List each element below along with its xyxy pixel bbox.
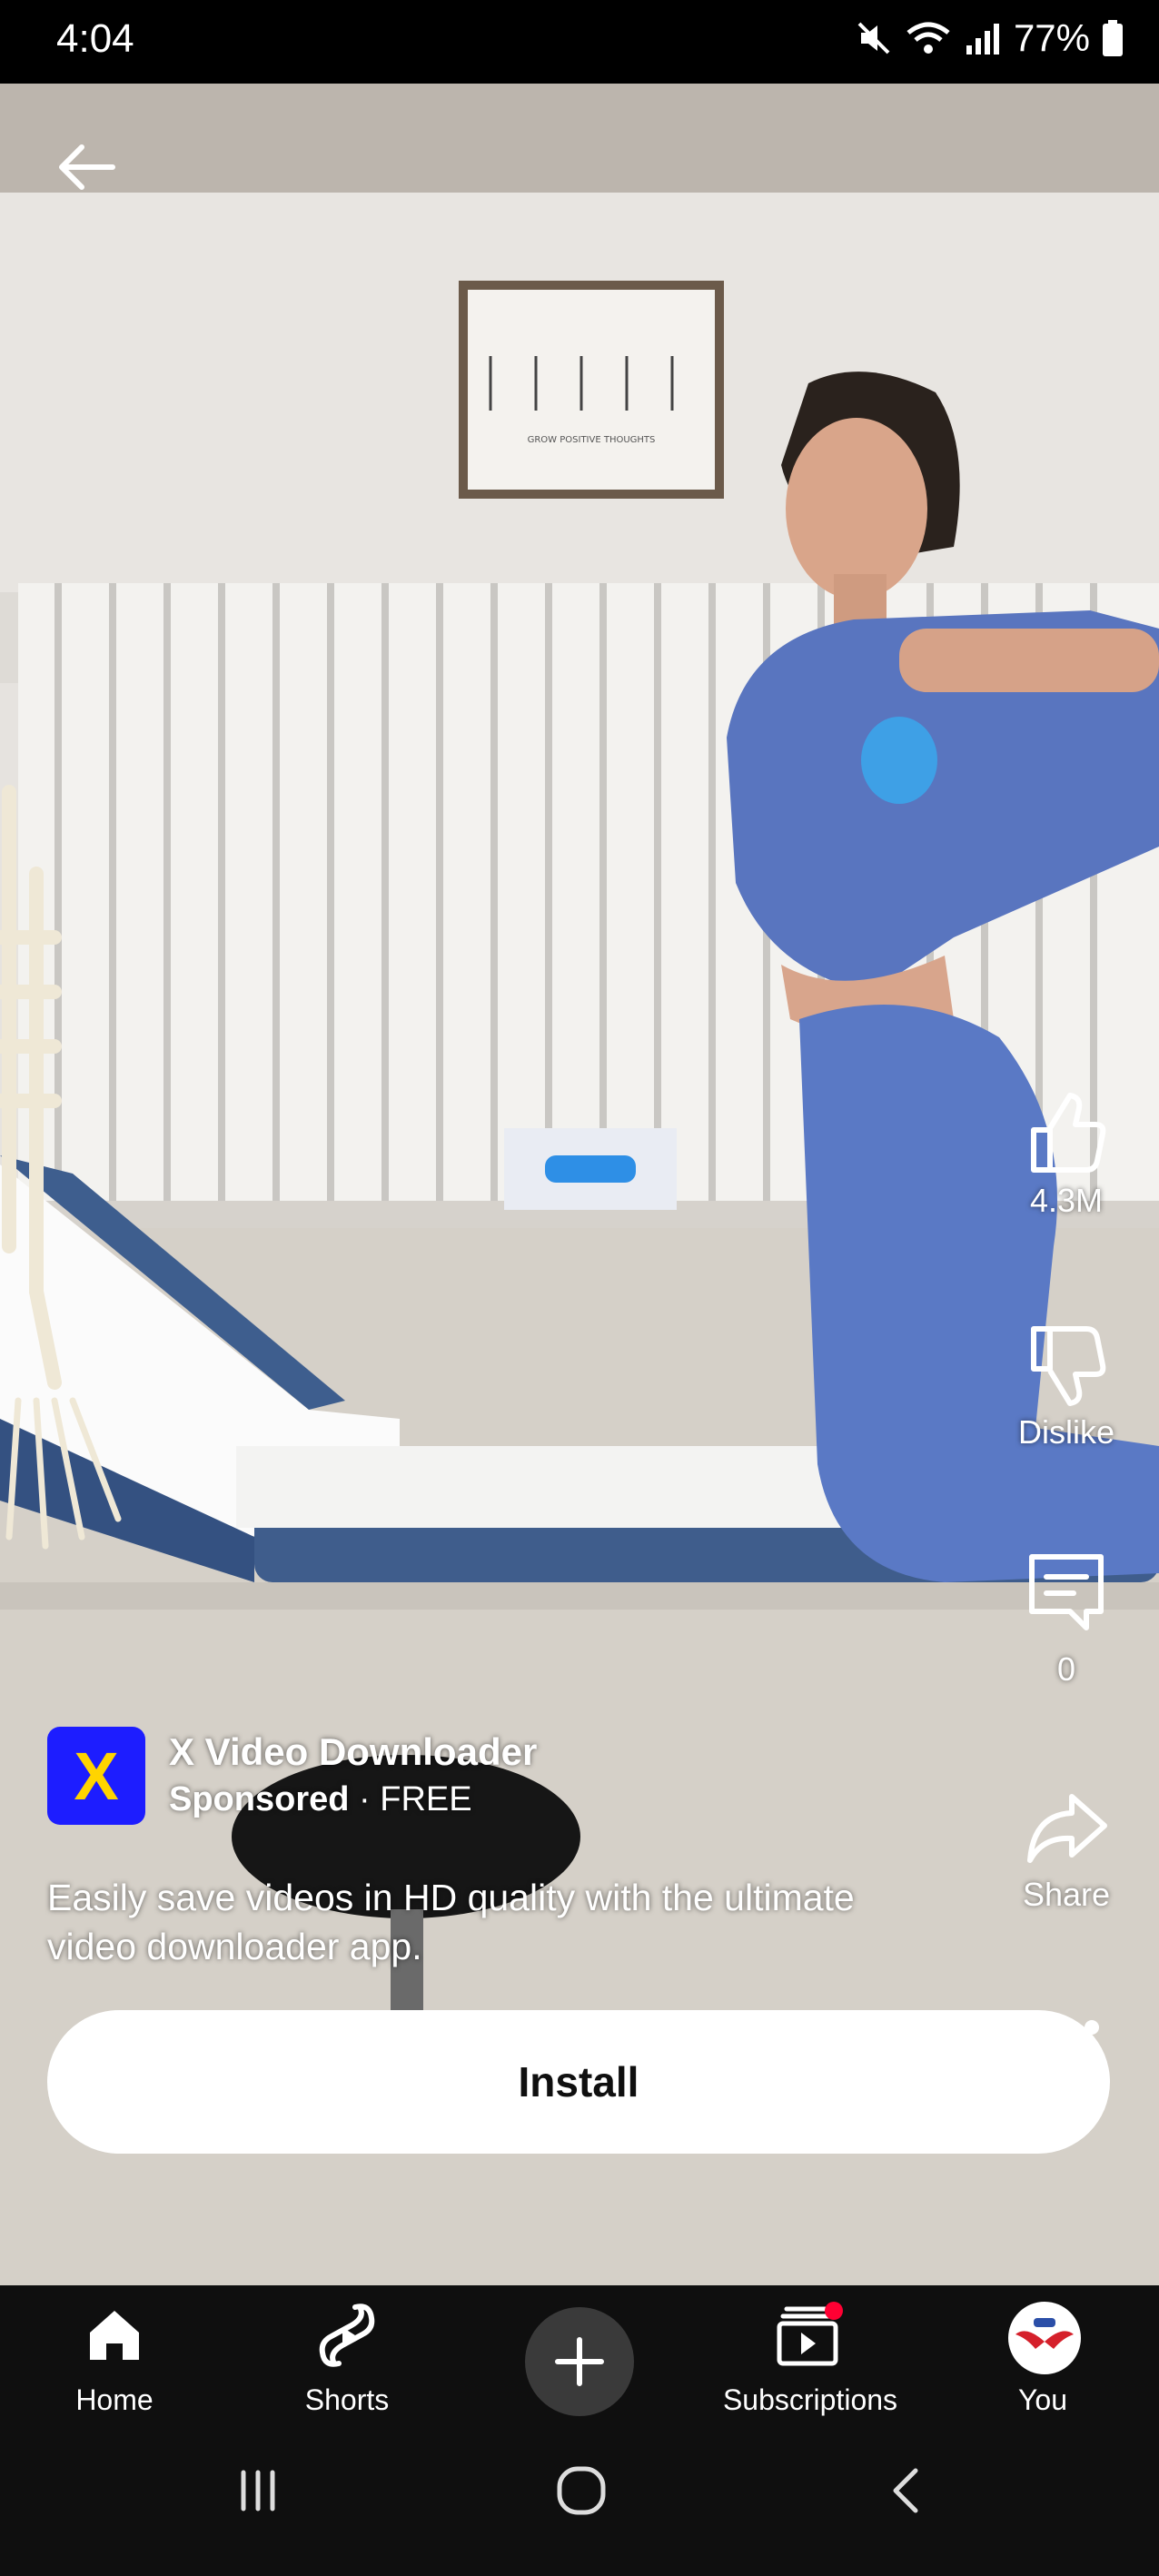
back-nav-icon[interactable]	[879, 2463, 934, 2518]
ad-meta: Sponsored · FREE	[169, 1780, 472, 1819]
dislike-label: Dislike	[1017, 1413, 1114, 1451]
bottom-nav: Home Shorts Subscriptions You	[0, 2285, 1159, 2422]
status-time: 4:04	[56, 16, 134, 61]
avatar	[1008, 2302, 1081, 2374]
comment-button[interactable]: 0	[994, 1548, 1139, 1689]
wifi-icon	[906, 22, 950, 54]
subscriptions-icon	[777, 2302, 843, 2366]
like-button[interactable]: 4.3M	[994, 1090, 1139, 1220]
ad-price: · FREE	[359, 1780, 472, 1818]
comment-count: 0	[1056, 1650, 1076, 1688]
signal-icon	[966, 24, 999, 54]
comment-icon	[1029, 1554, 1104, 1630]
ad-app-logo[interactable]: X	[47, 1727, 145, 1825]
like-count: 4.3M	[1029, 1182, 1104, 1219]
status-bar: 4:04 77%	[0, 0, 1159, 84]
nav-you[interactable]: You	[943, 2285, 1143, 2422]
ad-title[interactable]: X Video Downloader	[169, 1730, 537, 1774]
avatar-wings-icon	[1015, 2318, 1074, 2349]
nav-home-label: Home	[75, 2383, 154, 2416]
share-icon	[1027, 1794, 1107, 1863]
home-circle-icon[interactable]	[552, 2462, 610, 2520]
ad-description: Easily save videos in HD quality with th…	[47, 1877, 855, 1967]
shorts-icon	[319, 2304, 375, 2367]
battery-icon	[1103, 20, 1123, 56]
thumbs-up-icon	[1031, 1093, 1106, 1173]
create-button[interactable]	[525, 2307, 634, 2416]
share-button[interactable]: Share	[994, 1784, 1139, 1914]
nav-shorts[interactable]: Shorts	[247, 2285, 447, 2422]
battery-level: 77%	[1013, 16, 1090, 59]
plus-icon	[555, 2337, 604, 2386]
mute-icon	[857, 22, 890, 54]
sponsored-label: Sponsored	[169, 1780, 350, 1818]
nav-subscriptions[interactable]: Subscriptions	[710, 2285, 910, 2422]
install-button[interactable]: Install	[47, 2010, 1110, 2154]
ad-logo-letter: X	[74, 1738, 119, 1814]
system-nav-bar	[0, 2422, 1159, 2576]
nav-subscriptions-label: Subscriptions	[722, 2383, 898, 2416]
share-label: Share	[1022, 1876, 1111, 1913]
thumbs-down-icon	[1031, 1326, 1106, 1406]
dislike-button[interactable]: Dislike	[994, 1322, 1139, 1451]
back-arrow-icon[interactable]	[49, 129, 125, 205]
nav-home[interactable]: Home	[15, 2285, 214, 2422]
status-icons: 77%	[856, 16, 1123, 60]
recent-apps-icon[interactable]	[231, 2463, 285, 2518]
poster-text: GROW POSITIVE THOUGHTS	[528, 435, 656, 445]
home-icon	[90, 2311, 139, 2360]
nav-shorts-label: Shorts	[304, 2383, 390, 2416]
nav-you-label: You	[1018, 2383, 1067, 2416]
